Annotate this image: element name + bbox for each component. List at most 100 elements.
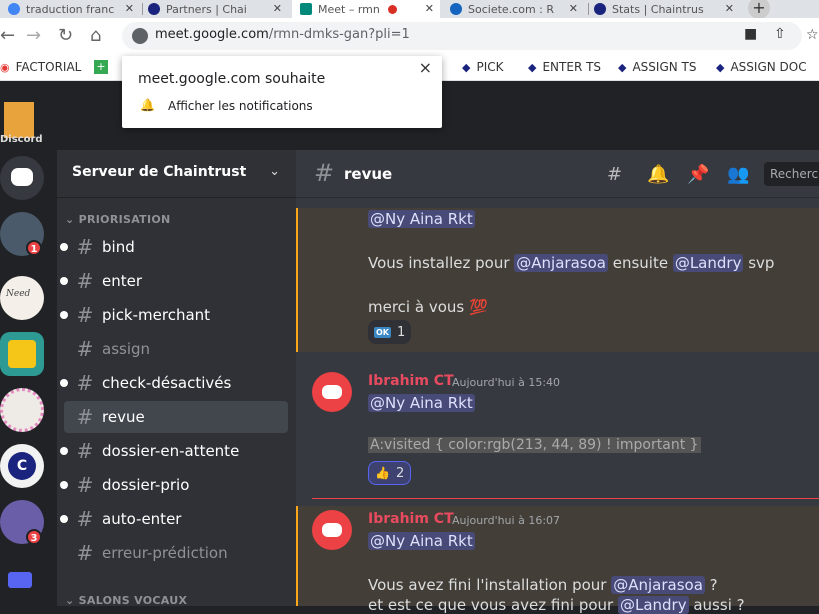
channel-label: pick-merchant: [102, 306, 211, 324]
message-text: merci à vous 💯: [368, 298, 488, 316]
new-messages-divider: [312, 498, 819, 499]
server-name: Serveur de Chaintrust: [72, 164, 247, 180]
popup-message: Afficher les notifications: [168, 99, 313, 113]
channel-dossier-en-attente[interactable]: # dossier-en-attente: [60, 435, 288, 467]
chaintrust-c-icon: C: [8, 452, 36, 480]
chevron-down-icon: ⌄: [65, 213, 79, 226]
camera-icon[interactable]: ■: [744, 26, 757, 42]
unread-indicator: [60, 481, 68, 489]
green-square-icon: +: [94, 60, 108, 74]
discord-badge-icon: [4, 102, 34, 138]
server-list: Discord 1 Need C 3: [0, 82, 52, 606]
hashtag-icon: #: [76, 507, 94, 531]
channel-label: auto-enter: [102, 510, 182, 528]
chaintrust-icon: [148, 3, 160, 15]
bookmark-green[interactable]: +: [94, 60, 114, 74]
close-tab-icon[interactable]: ✕: [725, 2, 734, 15]
user-mention[interactable]: @Ny Aina Rkt: [368, 210, 475, 228]
server-chaintrust[interactable]: C: [0, 444, 44, 488]
channel-bind[interactable]: # bind: [60, 231, 288, 263]
channel-dossier-prio[interactable]: # dossier-prio: [60, 469, 288, 501]
ok-emoji-icon: OK: [374, 326, 391, 338]
thumbs-up-icon: 👍: [375, 466, 390, 480]
members-icon[interactable]: 👥: [727, 164, 749, 185]
channel-label: assign: [102, 340, 151, 358]
close-tab-icon[interactable]: ✕: [425, 2, 434, 15]
avatar[interactable]: [312, 510, 352, 550]
server-floral[interactable]: [0, 388, 44, 432]
user-mention[interactable]: @Landry: [672, 254, 744, 272]
google-meet-icon: [300, 3, 312, 15]
channel-label: check-désactivés: [102, 374, 232, 392]
hashtag-icon: #: [76, 303, 94, 327]
google-translate-icon: [8, 3, 20, 15]
server-need-indeed[interactable]: Need: [0, 276, 44, 320]
chevron-down-icon[interactable]: ⌄: [269, 164, 280, 179]
bookmark-star-icon[interactable]: ☆: [806, 27, 819, 43]
search-input[interactable]: Recherc: [764, 162, 819, 186]
unread-indicator: [60, 311, 68, 319]
channel-revue[interactable]: # revue: [64, 401, 288, 433]
message-author[interactable]: Ibrahim CT: [368, 511, 454, 527]
tab-partners[interactable]: Partners | Chai ✕: [148, 0, 288, 18]
message-highlighted: @Ny Aina Rkt Vous installez pour @Anjara…: [296, 208, 819, 352]
forward-arrow-icon[interactable]: →: [26, 24, 41, 48]
channel-label: bind: [102, 238, 135, 256]
user-mention[interactable]: @Anjarasoa: [514, 254, 608, 272]
back-arrow-icon[interactable]: ←: [0, 24, 15, 48]
hashtag-icon: #: [76, 269, 94, 293]
pin-icon[interactable]: 📌: [687, 164, 709, 185]
reaction-ok[interactable]: OK 1: [368, 320, 412, 344]
new-tab-button[interactable]: +: [748, 0, 770, 18]
channel-label: revue: [102, 408, 145, 426]
channel-pick-merchant[interactable]: # pick-merchant: [60, 299, 288, 331]
avatar[interactable]: [312, 372, 352, 412]
server-megaphone[interactable]: [0, 332, 44, 376]
bookmark-pick[interactable]: ◆ PICK: [462, 60, 504, 74]
channel-erreur-prédiction[interactable]: # erreur-prédiction: [64, 537, 288, 569]
server-header[interactable]: Serveur de Chaintrust ⌄: [57, 150, 296, 198]
user-mention[interactable]: @Anjarasoa: [611, 576, 705, 594]
bookmark-assign-ts[interactable]: ◆ ASSIGN TS: [618, 60, 697, 74]
user-mention[interactable]: @Landry: [617, 596, 689, 614]
threads-icon[interactable]: #: [607, 164, 622, 185]
channel-enter[interactable]: # enter: [60, 265, 288, 297]
message-author[interactable]: Ibrahim CT: [368, 373, 454, 389]
reaction-thumbs-up[interactable]: 👍 2: [368, 461, 412, 485]
user-mention[interactable]: @Ny Aina Rkt: [368, 394, 475, 412]
user-mention[interactable]: @Ny Aina Rkt: [368, 532, 475, 550]
channel-check-désactivés[interactable]: # check-désactivés: [60, 367, 288, 399]
tab-societe[interactable]: Societe.com : R ✕: [444, 0, 584, 18]
channel-assign[interactable]: # assign: [64, 333, 288, 365]
close-tab-icon[interactable]: ✕: [125, 2, 134, 15]
hashtag-icon: #: [76, 473, 94, 497]
reload-icon[interactable]: ↻: [58, 24, 73, 48]
notification-permission-popup: meet.google.com souhaite × 🔔 Afficher le…: [122, 56, 442, 128]
home-icon[interactable]: ⌂: [90, 24, 101, 48]
address-bar[interactable]: meet.google.com/rmn-dmks-gan?pli=1 ■ ⇧: [122, 22, 802, 50]
channel-label: erreur-prédiction: [102, 544, 228, 562]
bell-icon[interactable]: 🔔: [647, 164, 669, 185]
category-priorisation[interactable]: ⌄ PRIORISATION: [65, 213, 171, 226]
lock-icon[interactable]: [132, 28, 148, 44]
share-icon[interactable]: ⇧: [774, 26, 786, 42]
bookmark-enter-ts[interactable]: ◆ ENTER TS: [528, 60, 601, 74]
channel-auto-enter[interactable]: # auto-enter: [60, 503, 288, 535]
bookmark-assign-doc[interactable]: ◆ ASSIGN DOC: [716, 60, 807, 74]
url-text: meet.google.com/rmn-dmks-gan?pli=1: [155, 27, 410, 42]
tab-meet[interactable]: Meet – rmn ✕: [292, 0, 440, 18]
channel-title: revue: [344, 165, 393, 183]
recording-dot-icon: [387, 4, 397, 14]
diamond-icon: ◆: [528, 60, 537, 74]
close-tab-icon[interactable]: ✕: [569, 2, 578, 15]
close-icon[interactable]: ×: [419, 58, 432, 77]
close-tab-icon[interactable]: ✕: [273, 2, 282, 15]
folder-icon[interactable]: [8, 572, 32, 588]
message-timestamp: Aujourd'hui à 16:07: [452, 514, 561, 527]
bookmark-factorial[interactable]: ◉ FACTORIAL: [0, 60, 81, 74]
bell-icon: 🔔: [140, 98, 155, 112]
home-button[interactable]: [0, 156, 44, 200]
category-salons-vocaux[interactable]: ⌄ SALONS VOCAUX: [65, 594, 187, 607]
tab-stats[interactable]: Stats | Chaintrus ✕: [594, 0, 740, 18]
tab-traduction[interactable]: traduction franc ✕: [0, 0, 140, 18]
